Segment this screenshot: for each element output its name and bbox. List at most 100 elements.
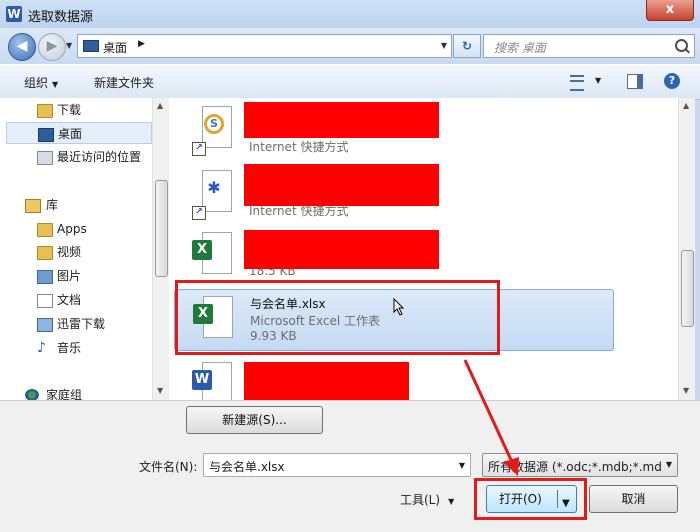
new-folder-button[interactable]: 新建文件夹 <box>94 74 154 91</box>
search-input[interactable]: 搜索 桌面 <box>483 34 695 58</box>
nav-item-label: 视频 <box>57 245 82 259</box>
navigation-pane: 下载 桌面 最近访问的位置 库 Apps 视频 图片 文档 迅雷下载 ♪ 音乐 … <box>0 98 169 402</box>
file-list-scrollbar[interactable]: ▲ ▼ <box>678 98 695 400</box>
nav-item-label: 库 <box>46 198 59 212</box>
navigation-bar: ◀ ▶ ▼ 桌面 ▶ ▼ ↻ 搜索 桌面 <box>0 28 700 64</box>
scrollbar-thumb[interactable] <box>681 250 694 327</box>
chevron-down-icon: ▼ <box>448 497 455 506</box>
file-item[interactable]: ✱ ↗ Internet 快捷方式 <box>174 164 614 226</box>
excel-badge-icon: X <box>192 240 212 260</box>
nav-item-label: 迅雷下载 <box>57 317 106 331</box>
nav-item-recent-places[interactable]: 最近访问的位置 <box>0 146 152 168</box>
library-icon <box>25 199 41 213</box>
scrollbar-thumb[interactable] <box>155 180 168 277</box>
file-type: Internet 快捷方式 <box>249 140 349 154</box>
address-text[interactable]: 桌面 <box>103 39 127 56</box>
recent-pages-dropdown-icon[interactable]: ▼ <box>66 41 72 50</box>
folder-icon <box>37 223 53 237</box>
scroll-down-arrow-icon[interactable]: ▼ <box>683 386 689 395</box>
file-name: 与会名单.xlsx <box>250 297 326 311</box>
redaction-block <box>244 164 439 206</box>
scroll-down-arrow-icon[interactable]: ▼ <box>157 386 163 395</box>
nav-item-pictures[interactable]: 图片 <box>0 265 152 287</box>
breadcrumb-chevron-icon[interactable]: ▶ <box>138 39 145 49</box>
nav-item-libraries[interactable]: 库 <box>0 194 152 216</box>
nav-item-apps[interactable]: Apps <box>0 218 152 240</box>
file-type: Microsoft Excel 工作表 <box>250 314 381 328</box>
file-size: 9.93 KB <box>250 329 297 343</box>
tools-menu-button[interactable]: 工具(L) ▼ <box>400 491 454 508</box>
view-options-dropdown-icon[interactable]: ▼ <box>595 76 601 85</box>
browser-logo-icon: S <box>204 114 224 134</box>
word-app-icon: W <box>6 6 22 22</box>
open-label: 打开(O) <box>499 492 542 506</box>
scroll-up-arrow-icon[interactable]: ▲ <box>683 101 689 110</box>
close-button[interactable]: x <box>646 0 694 21</box>
shortcut-arrow-icon: ↗ <box>192 142 206 156</box>
redaction-block <box>244 102 439 138</box>
nav-pane-scrollbar[interactable]: ▲ ▼ <box>152 98 169 400</box>
nav-item-label: 最近访问的位置 <box>57 150 142 164</box>
open-button[interactable]: 打开(O) ▼ <box>486 485 577 513</box>
bottom-panel: 新建源(S)... 文件名(N): 与会名单.xlsx ▼ 所有数据源 (*.o… <box>0 400 700 532</box>
desktop-icon <box>83 40 99 52</box>
file-item[interactable]: X 18.5 KB <box>174 226 614 288</box>
file-list: S ↗ Internet 快捷方式 ✱ ↗ Internet 快捷方式 X 18… <box>169 98 678 404</box>
nav-item-documents[interactable]: 文档 <box>0 289 152 311</box>
excel-file-icon: X <box>192 232 232 282</box>
baidu-paw-icon: ✱ <box>207 178 221 197</box>
documents-icon <box>37 294 53 308</box>
address-dropdown-icon[interactable]: ▼ <box>441 41 447 50</box>
chevron-down-icon: ▼ <box>52 80 59 89</box>
redaction-block <box>244 230 439 269</box>
search-icon[interactable] <box>675 39 688 52</box>
title-bar: W 选取数据源 x <box>0 0 700 28</box>
nav-item-label: 音乐 <box>57 341 82 355</box>
nav-item-label: 桌面 <box>58 127 83 141</box>
filename-value[interactable]: 与会名单.xlsx <box>209 458 285 475</box>
organize-menu-button[interactable]: 组织 ▼ <box>24 74 58 91</box>
forward-button[interactable]: ▶ <box>38 33 66 61</box>
excel-badge-icon: X <box>193 304 213 324</box>
preview-pane-icon[interactable] <box>627 74 643 89</box>
nav-item-videos[interactable]: 视频 <box>0 241 152 263</box>
help-icon[interactable]: ? <box>664 73 680 89</box>
address-bar[interactable]: 桌面 ▶ ▼ <box>77 34 452 58</box>
open-options-dropdown-icon[interactable]: ▼ <box>562 491 570 517</box>
excel-file-icon: X <box>193 296 233 346</box>
baidu-shortcut-icon: ✱ ↗ <box>192 170 232 220</box>
videos-icon <box>37 246 53 260</box>
mouse-cursor-icon <box>393 298 405 316</box>
filename-label: 文件名(N): <box>139 460 198 474</box>
word-badge-icon: W <box>192 370 212 390</box>
toolbar: 组织 ▼ 新建文件夹 ▼ ? <box>0 64 700 100</box>
split-divider <box>557 490 558 508</box>
file-item[interactable]: S ↗ Internet 快捷方式 <box>174 100 614 162</box>
dialog-window: W 选取数据源 x ◀ ▶ ▼ 桌面 ▶ ▼ ↻ 搜索 桌面 组织 ▼ 新建文件夹… <box>0 0 700 532</box>
filename-dropdown-icon[interactable]: ▼ <box>459 461 465 470</box>
browser-shortcut-icon: S ↗ <box>192 106 232 156</box>
back-button[interactable]: ◀ <box>8 33 36 61</box>
filter-dropdown-icon[interactable]: ▼ <box>661 454 677 476</box>
music-icon: ♪ <box>37 340 46 356</box>
filename-input[interactable]: 与会名单.xlsx ▼ <box>203 453 471 477</box>
nav-item-desktop[interactable]: 桌面 <box>6 122 152 144</box>
nav-item-label: 文档 <box>57 293 82 307</box>
download-folder-icon <box>37 318 53 332</box>
nav-item-downloads[interactable]: 下载 <box>0 99 152 121</box>
cancel-button[interactable]: 取消 <box>589 485 678 513</box>
nav-item-thunder-downloads[interactable]: 迅雷下载 <box>0 313 152 335</box>
desktop-icon <box>38 128 54 142</box>
search-placeholder: 搜索 桌面 <box>494 41 546 55</box>
folder-icon <box>37 104 53 118</box>
refresh-button[interactable]: ↻ <box>453 34 481 58</box>
organize-label: 组织 <box>24 76 49 90</box>
nav-item-label: 图片 <box>57 269 82 283</box>
nav-item-music[interactable]: ♪ 音乐 <box>0 337 152 359</box>
scroll-up-arrow-icon[interactable]: ▲ <box>157 101 163 110</box>
change-view-icon[interactable] <box>570 75 584 91</box>
dialog-title: 选取数据源 <box>28 10 94 25</box>
recent-places-icon <box>37 151 53 165</box>
new-source-button[interactable]: 新建源(S)... <box>186 406 323 434</box>
file-type-filter-select[interactable]: 所有数据源 (*.odc;*.mdb;*.mde ▼ <box>482 453 678 477</box>
